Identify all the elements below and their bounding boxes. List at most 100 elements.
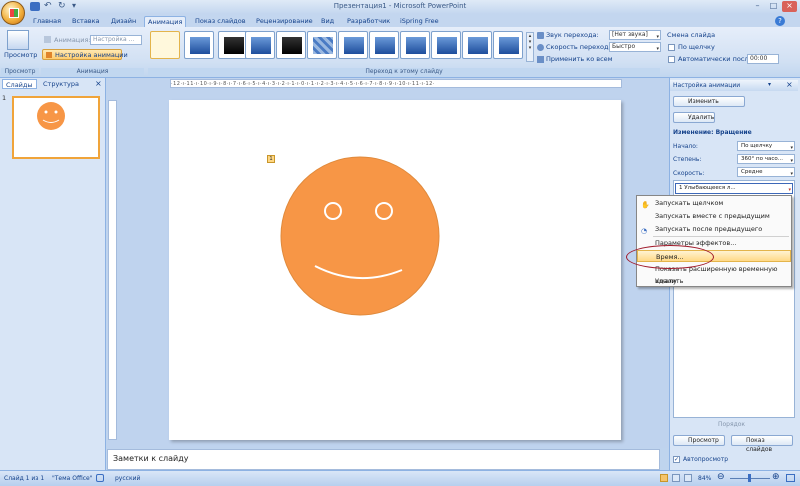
slideshow-button[interactable]: Показ слайдов — [731, 435, 793, 453]
chevron-down-icon[interactable]: ▾ — [788, 186, 791, 195]
zoom-slider-thumb[interactable] — [748, 474, 751, 482]
sound-label: Звук перехода: — [546, 31, 599, 39]
repeat-icon[interactable]: ↻ — [58, 1, 68, 11]
slideshow-view-icon[interactable] — [684, 474, 692, 482]
play-label: Просмотр — [688, 437, 719, 444]
custom-animation-button[interactable]: Настройка анимации — [42, 49, 128, 60]
pane-menu-icon[interactable]: ▾ — [768, 81, 771, 88]
chevron-down-icon: ▾ — [656, 46, 659, 52]
customize-qat-icon[interactable]: ▾ — [72, 1, 82, 10]
menu-item-start-with-previous[interactable]: Запускать вместе с предыдущим — [637, 210, 791, 222]
transition-8[interactable] — [400, 31, 430, 59]
zoom-out-icon[interactable]: ⊖ — [717, 472, 725, 482]
transition-2[interactable] — [218, 31, 248, 59]
transitions-scroll[interactable]: ▴ ▾ ▾ — [526, 32, 534, 62]
on-click-checkbox[interactable] — [668, 44, 675, 51]
ribbon: Просмотр Просмотр Анимация: Настройка ..… — [0, 27, 800, 78]
slide-thumbnail[interactable] — [12, 96, 100, 159]
reorder-label: Порядок — [718, 421, 746, 428]
transition-6[interactable] — [338, 31, 368, 59]
slide-number: 1 — [2, 94, 7, 102]
language[interactable]: русский — [115, 475, 140, 482]
tab-slides[interactable]: Слайды — [2, 79, 37, 89]
zoom-level[interactable]: 84% — [698, 475, 711, 482]
play-button[interactable]: Просмотр — [673, 435, 725, 446]
vertical-ruler — [108, 100, 117, 440]
transition-none[interactable] — [150, 31, 180, 59]
animation-select[interactable]: Настройка ... — [90, 35, 142, 45]
window-title: Презентация1 - Microsoft PowerPoint — [333, 2, 467, 10]
remove-button[interactable]: Удалить — [673, 112, 715, 123]
slide-info: Слайд 1 из 1 — [4, 475, 45, 482]
tab-design[interactable]: Дизайн — [108, 16, 139, 27]
notes-field[interactable]: Заметки к слайду — [107, 449, 660, 470]
zoom-in-icon[interactable]: ⊕ — [772, 472, 780, 482]
custom-animation-label: Настройка анимации — [55, 51, 128, 59]
transition-10[interactable] — [462, 31, 492, 59]
task-pane-title: Настройка анимации — [670, 80, 798, 91]
save-icon[interactable] — [30, 2, 40, 11]
preview-button[interactable]: Просмотр — [4, 51, 37, 59]
menu-label: Запускать щелчком — [655, 199, 724, 207]
fit-to-window-icon[interactable] — [786, 474, 795, 482]
clock-icon: ◔ — [641, 227, 648, 235]
menu-item-start-on-click[interactable]: ✋ Запускать щелчком — [637, 197, 791, 209]
custom-animation-icon — [46, 52, 52, 58]
spellcheck-icon[interactable] — [96, 474, 104, 482]
office-logo-icon — [9, 8, 19, 18]
transition-7[interactable] — [369, 31, 399, 59]
auto-after-checkbox[interactable] — [668, 56, 675, 63]
tab-insert[interactable]: Вставка — [69, 16, 103, 27]
close-pane-icon[interactable]: × — [95, 79, 102, 88]
transition-5[interactable] — [307, 31, 337, 59]
advance-title: Смена слайда — [667, 31, 716, 39]
apply-all-button[interactable]: Применить ко всем — [546, 55, 613, 63]
slideshow-label: Показ слайдов — [746, 437, 773, 453]
sound-select[interactable]: [Нет звука] ▾ — [609, 30, 661, 40]
amount-label: Степень: — [673, 156, 702, 163]
animation-order-marker[interactable]: 1 — [267, 155, 275, 163]
close-pane-icon[interactable]: × — [786, 80, 793, 89]
maximize-button[interactable]: □ — [766, 1, 781, 12]
menu-item-remove[interactable]: Удалить — [637, 275, 791, 287]
amount-select[interactable]: 360° по часо... ▾ — [737, 154, 795, 164]
autopreview-checkbox[interactable]: ✓ — [673, 456, 680, 463]
start-select[interactable]: По щелчку ▾ — [737, 141, 795, 151]
tab-outline[interactable]: Структура — [40, 79, 82, 89]
menu-label: Запускать вместе с предыдущим — [655, 212, 770, 220]
amount-value: 360° по часо... — [741, 156, 783, 162]
group-label-animation: Анимация — [41, 68, 144, 77]
transition-11[interactable] — [493, 31, 523, 59]
speed-label: Скорость перехода: — [546, 43, 615, 51]
speed-icon — [537, 44, 544, 51]
sorter-view-icon[interactable] — [672, 474, 680, 482]
help-icon[interactable]: ? — [775, 16, 785, 26]
change-button[interactable]: Изменить — [673, 96, 745, 107]
minimize-button[interactable]: – — [750, 1, 765, 12]
menu-label: Удалить — [655, 277, 684, 285]
transition-9[interactable] — [431, 31, 461, 59]
normal-view-icon[interactable] — [660, 474, 668, 482]
smiley-face[interactable] — [280, 156, 440, 316]
transition-1[interactable] — [184, 31, 214, 59]
tab-ispring[interactable]: iSpring Free — [397, 16, 442, 27]
tab-home[interactable]: Главная — [30, 16, 64, 27]
speed-select[interactable]: Средне ▾ — [737, 167, 795, 177]
close-button[interactable]: × — [782, 1, 797, 12]
transition-4[interactable] — [276, 31, 306, 59]
tab-view[interactable]: Вид — [318, 16, 337, 27]
tab-developer[interactable]: Разработчик — [344, 16, 393, 27]
menu-item-start-after-previous[interactable]: ◔ Запускать после предыдущего — [637, 223, 791, 235]
transition-3[interactable] — [245, 31, 275, 59]
tab-review[interactable]: Рецензирование — [253, 16, 316, 27]
animation-item-label: 1 Улыбающееся л... — [679, 185, 736, 191]
speed-select[interactable]: Быстро ▾ — [609, 42, 661, 52]
auto-time-input[interactable]: 00:00 — [747, 54, 779, 64]
animation-list-item[interactable]: 1 Улыбающееся л... ▾ — [675, 183, 793, 194]
theme-name: "Тема Office" — [52, 475, 93, 482]
tab-slideshow[interactable]: Показ слайдов — [192, 16, 249, 27]
tab-animation[interactable]: Анимация — [144, 16, 187, 27]
office-button[interactable] — [1, 1, 25, 25]
animation-label: Анимация: — [54, 36, 91, 44]
undo-icon[interactable]: ↶ — [44, 1, 54, 11]
